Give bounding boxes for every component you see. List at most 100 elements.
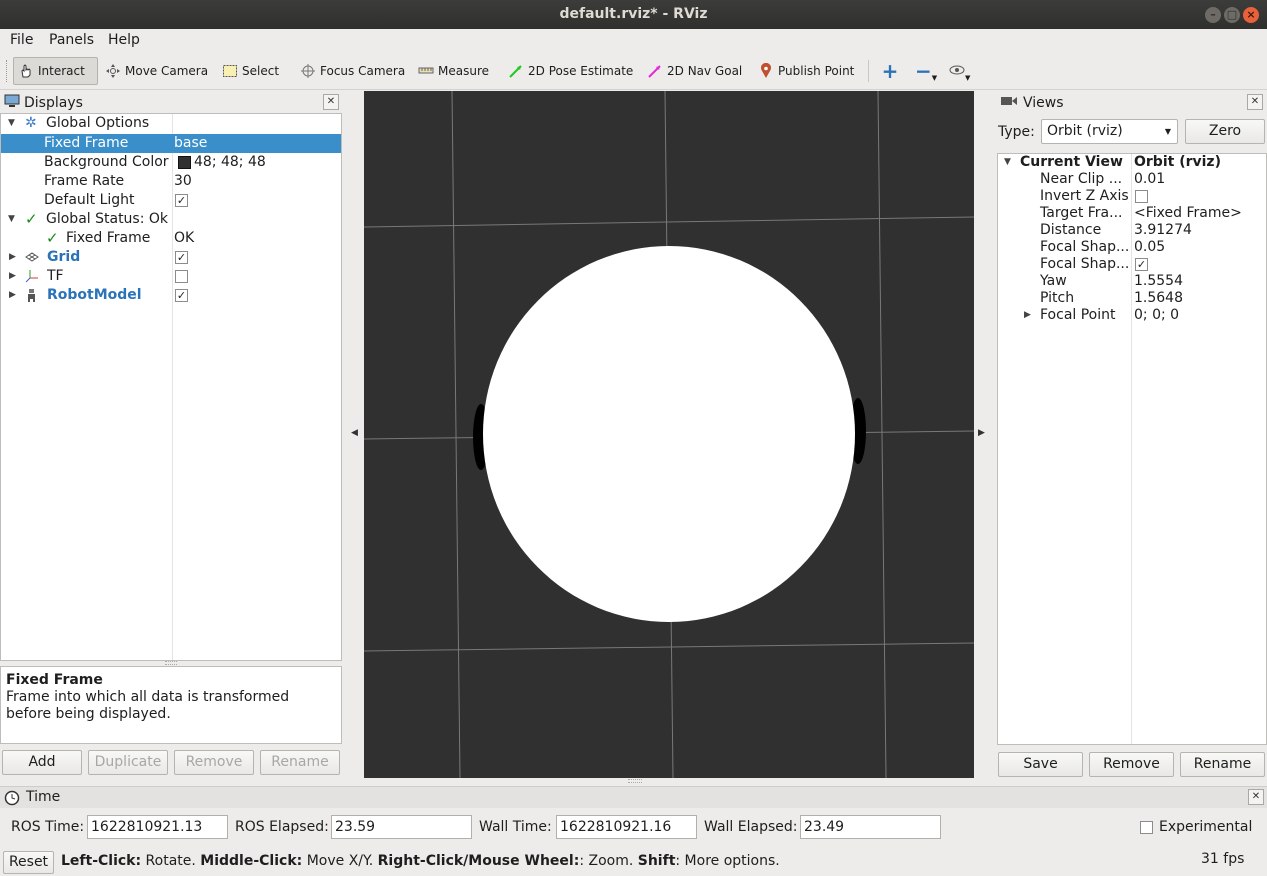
view-row-current-view[interactable]: ▼ Current View Orbit (rviz) [998,154,1266,171]
remove-view-button[interactable]: Remove [1089,752,1174,777]
view-type-select[interactable]: Orbit (rviz) ▼ [1041,119,1178,144]
tool-publish-point[interactable]: Publish Point [753,57,859,85]
reset-button[interactable]: Reset [3,851,54,874]
tree-row-robotmodel[interactable]: ▶ RobotModel ✓ [1,286,341,305]
tree-row-background-color[interactable]: Background Color 48; 48; 48 [1,153,341,172]
view-row-focal-point[interactable]: ▶ Focal Point 0; 0; 0 [998,307,1266,324]
tool-interact[interactable]: Interact [13,57,98,85]
ros-elapsed-label: ROS Elapsed: [235,819,329,835]
invert-z-checkbox[interactable] [1135,190,1148,203]
rename-display-button[interactable]: Rename [260,750,340,775]
monitor-icon [4,94,20,112]
tool-measure[interactable]: Measure [413,57,494,85]
close-icon[interactable]: × [1243,7,1259,23]
close-panel-icon[interactable]: ✕ [323,94,339,110]
panel-title: Displays [24,95,83,111]
panel-title: Time [26,789,61,805]
collapse-right-icon[interactable]: ▶ [978,428,985,438]
tool-focus-camera[interactable]: Focus Camera [295,57,410,85]
chevron-down-icon: ▼ [1164,127,1171,136]
tool-2d-pose-estimate[interactable]: 2D Pose Estimate [503,57,638,85]
tool-move-camera[interactable]: Move Camera [100,57,213,85]
view-row-pitch[interactable]: Pitch 1.5648 [998,290,1266,307]
minimize-icon[interactable]: – [1205,7,1221,23]
experimental-checkbox[interactable] [1140,821,1153,834]
view-row-yaw[interactable]: Yaw 1.5554 [998,273,1266,290]
property-description: Fixed Frame Frame into which all data is… [0,666,342,744]
tree-row-default-light[interactable]: Default Light ✓ [1,191,341,210]
view-row-invert-z[interactable]: Invert Z Axis [998,188,1266,205]
view-tool-button[interactable]: ▼ [944,57,974,85]
nav-goal-icon [647,63,663,79]
menu-file[interactable]: File [10,32,33,48]
robot-base [483,246,855,622]
window-title: default.rviz* - RViz [559,6,708,22]
menu-help[interactable]: Help [108,32,140,48]
tree-row-tf[interactable]: ▶ TF [1,267,341,286]
robotmodel-checkbox[interactable]: ✓ [175,289,188,302]
add-tool-button[interactable]: + [878,57,902,85]
toolbar-separator [868,60,869,82]
dropdown-arrow-icon: ▼ [931,74,938,82]
add-button[interactable]: Add [2,750,82,775]
rename-view-button[interactable]: Rename [1180,752,1265,777]
tool-select[interactable]: Select [217,57,284,85]
clock-icon [4,790,20,810]
robot-icon [25,288,39,308]
camera-icon [1000,95,1018,111]
tree-row-status-fixed-frame[interactable]: ✓ Fixed Frame OK [1,229,341,248]
tf-checkbox[interactable] [175,270,188,283]
gear-icon: ✲ [25,115,37,131]
tree-row-fixed-frame[interactable]: Fixed Frame base [1,134,341,153]
close-panel-icon[interactable]: ✕ [1247,94,1263,110]
wall-time-field[interactable]: 1622810921.16 [556,815,697,839]
toolbar-grip[interactable] [6,60,9,82]
tool-label: Focus Camera [320,64,406,78]
default-light-checkbox[interactable]: ✓ [175,194,188,207]
view-row-focal-shape-fixed[interactable]: Focal Shap... ✓ [998,256,1266,273]
type-label: Type: [998,124,1035,140]
hand-icon [18,63,34,79]
tool-label: Move Camera [125,64,209,78]
remove-tool-button[interactable]: − ▼ [910,57,938,85]
collapse-left-icon[interactable]: ◀ [351,428,358,438]
color-swatch[interactable] [178,156,191,169]
panel-title: Views [1023,95,1064,111]
fixed-frame-value[interactable]: base [174,134,207,153]
duplicate-button[interactable]: Duplicate [88,750,168,775]
time-panel-header: Time ✕ [0,786,1267,808]
remove-display-button[interactable]: Remove [174,750,254,775]
menu-panels[interactable]: Panels [49,32,94,48]
tool-label: 2D Pose Estimate [528,64,634,78]
ros-time-field[interactable]: 1622810921.13 [87,815,228,839]
displays-panel-header: Displays ✕ [0,92,342,114]
tree-row-global-status[interactable]: ▼ ✓ Global Status: Ok [1,210,341,229]
experimental-label: Experimental [1159,819,1253,835]
close-panel-icon[interactable]: ✕ [1248,789,1264,805]
zero-button[interactable]: Zero [1185,119,1265,144]
view-row-near-clip[interactable]: Near Clip ... 0.01 [998,171,1266,188]
splitter-handle[interactable] [165,661,177,665]
save-view-button[interactable]: Save [998,752,1083,777]
tree-row-global-options[interactable]: ▼ ✲ Global Options [1,114,341,133]
fps-readout: 31 fps [1201,851,1245,867]
view-row-distance[interactable]: Distance 3.91274 [998,222,1266,239]
ros-elapsed-field[interactable]: 23.59 [331,815,472,839]
tool-label: 2D Nav Goal [667,64,743,78]
render-viewport[interactable] [364,91,974,778]
splitter-handle[interactable] [628,779,642,783]
scene-canvas [364,91,974,778]
view-row-focal-shape-size[interactable]: Focal Shap... 0.05 [998,239,1266,256]
ros-time-label: ROS Time: [11,819,85,835]
maximize-icon[interactable]: □ [1224,7,1240,23]
tree-row-grid[interactable]: ▶ Grid ✓ [1,248,341,267]
move-camera-icon [105,63,121,79]
grid-checkbox[interactable]: ✓ [175,251,188,264]
tool-2d-nav-goal[interactable]: 2D Nav Goal [642,57,747,85]
view-row-target-frame[interactable]: Target Fra... <Fixed Frame> [998,205,1266,222]
focal-shape-checkbox[interactable]: ✓ [1135,258,1148,271]
tree-row-frame-rate[interactable]: Frame Rate 30 [1,172,341,191]
measure-icon [418,63,434,79]
window-titlebar: default.rviz* - RViz – □ × [0,0,1267,29]
wall-elapsed-field[interactable]: 23.49 [800,815,941,839]
